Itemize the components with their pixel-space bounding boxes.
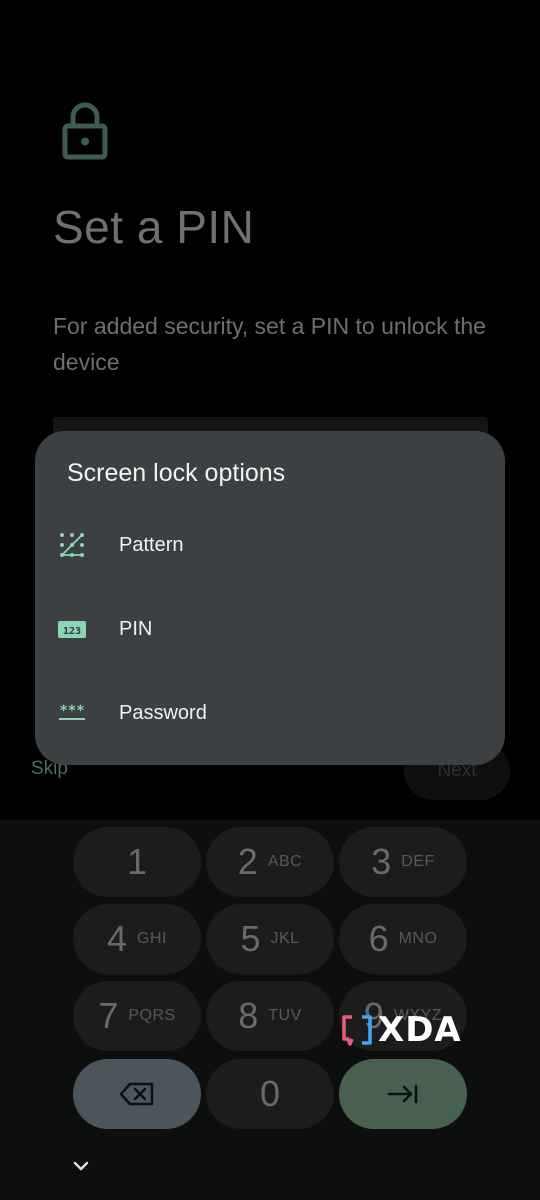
key-8[interactable]: 8 TUV [206,981,334,1051]
key-4[interactable]: 4 GHI [73,904,201,974]
dialog-title: Screen lock options [67,459,286,487]
key-digit: 8 [238,995,259,1036]
key-digit: 4 [107,918,128,959]
key-1[interactable]: 1 [73,827,201,897]
screen-lock-options-dialog: Screen lock options Pattern 123 PIN *** … [35,431,505,765]
key-7[interactable]: 7 PQRS [73,981,201,1051]
key-digit: 1 [126,841,148,882]
key-2[interactable]: 2 ABC [206,827,334,897]
key-digit: 2 [237,841,258,882]
key-6[interactable]: 6 MNO [339,904,467,974]
key-5[interactable]: 5 JKL [206,904,334,974]
page-description: For added security, set a PIN to unlock … [53,313,486,375]
backspace-icon [119,1082,154,1106]
key-digit: 3 [371,841,392,882]
delete-button[interactable] [73,1059,201,1129]
lock-icon [62,102,108,160]
key-digit: 7 [98,995,119,1036]
svg-text:123: 123 [63,626,81,637]
pattern-icon [60,533,84,557]
watermark-text: XDA [378,1010,462,1050]
option-label: Password [119,701,207,724]
option-label: Pattern [119,533,184,556]
chevron-down-icon[interactable] [72,1160,90,1172]
svg-text:***: *** [59,703,84,719]
xda-logo-icon [342,1015,372,1046]
key-letters: DEF [401,853,435,870]
key-letters: TUV [268,1007,302,1024]
password-icon: *** [59,703,85,720]
option-pin[interactable]: 123 PIN [35,587,505,671]
pin-icon: 123 [58,621,86,638]
xda-watermark: XDA [340,1010,462,1050]
key-digit: 0 [259,1073,281,1114]
key-letters: JKL [270,930,300,947]
option-password[interactable]: *** Password [35,671,505,755]
key-digit: 5 [240,918,261,959]
key-digit: 6 [368,918,389,959]
key-letters: PQRS [128,1007,176,1024]
key-letters: ABC [267,853,303,870]
key-0[interactable]: 0 [206,1059,334,1129]
key-letters: GHI [137,930,167,947]
page-title: Set a PIN [53,201,255,253]
enter-button[interactable] [339,1059,467,1129]
option-label: PIN [119,617,153,640]
key-letters: MNO [398,930,438,947]
enter-arrow-icon [387,1084,418,1104]
option-pattern[interactable]: Pattern [35,503,505,587]
key-3[interactable]: 3 DEF [339,827,467,897]
